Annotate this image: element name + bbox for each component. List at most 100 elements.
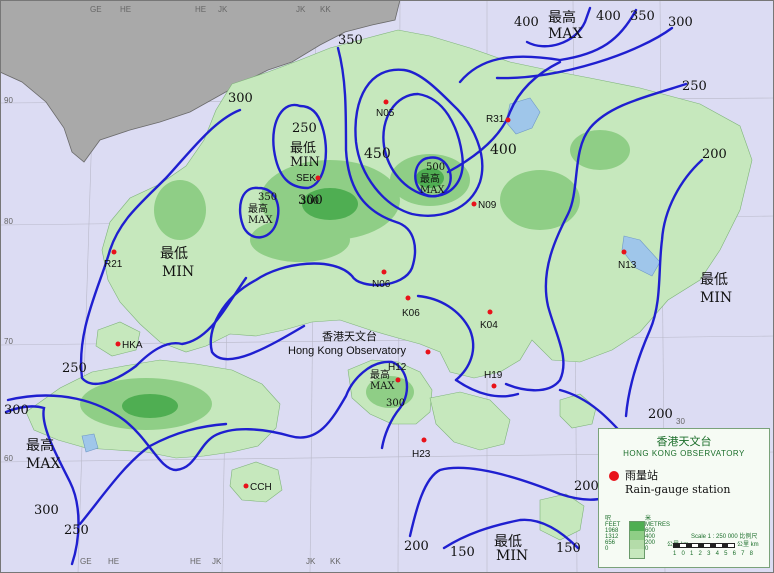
isohyet-label: 350: [258, 192, 277, 203]
grid-label-left-60: 60: [4, 454, 13, 463]
isohyet-label: 250: [292, 121, 317, 136]
grid-label-top-2: HE: [120, 5, 131, 14]
station-label: H23: [412, 449, 431, 460]
legend-feet-value: 0: [605, 546, 609, 552]
max-label-en: MAX: [420, 185, 445, 196]
station-label: N05: [376, 108, 395, 119]
observatory-label-zh: 香港天文台: [322, 329, 377, 343]
isohyet-label: 300: [300, 196, 319, 207]
isohyet-label: 200: [574, 479, 599, 494]
station-label: K04: [480, 320, 498, 331]
grid-label-bottom-4: JK: [212, 557, 222, 566]
min-label-zh: 最低: [290, 141, 316, 156]
min-label-en: MIN: [496, 548, 528, 564]
grid-label-right-30: 30: [676, 417, 685, 426]
scale-bar: [673, 543, 735, 548]
isohyet-label: 300: [668, 15, 693, 30]
max-label-zh: 最高: [548, 9, 576, 26]
max-label-zh: 最高: [26, 437, 54, 454]
max-label-zh: 最高: [420, 172, 440, 185]
max-label-zh: 最高: [248, 202, 268, 215]
grid-label-bottom-2: HE: [108, 557, 119, 566]
min-label-en: MIN: [700, 290, 732, 306]
legend-metres-unit: 米 METRES: [645, 516, 671, 528]
min-label-en: MIN: [162, 264, 194, 280]
isohyet-label: 300: [228, 91, 253, 106]
isohyet-label: 300: [4, 403, 29, 418]
grid-label-left-70: 70: [4, 337, 13, 346]
legend-raingauge: 雨量站 Rain-gauge station: [609, 469, 730, 497]
legend-title-en: HONG KONG OBSERVATORY: [623, 449, 745, 458]
station-label: N13: [618, 260, 637, 271]
isohyet-label: 200: [404, 539, 429, 554]
grid-label-top-5: JK: [296, 5, 306, 14]
min-label-zh: 最低: [160, 246, 188, 262]
station-label: K06: [402, 308, 420, 319]
station-label: HKA: [122, 340, 143, 351]
scale-ticks: 1 0 1 2 3 4 5 6 7 8: [673, 551, 753, 557]
legend-header: 香港天文台 HONG KONG OBSERVATORY: [599, 433, 769, 458]
station-label: R31: [486, 114, 505, 125]
isohyet-label: 400: [596, 9, 621, 24]
grid-label-top-1: GE: [90, 5, 102, 14]
scale-tick: 0: [681, 551, 685, 557]
station-label: N06: [372, 279, 391, 290]
isohyet-label: 300: [386, 398, 405, 409]
max-label-en: MAX: [548, 26, 582, 42]
isohyet-label: 350: [338, 33, 363, 48]
grid-label-left-80: 80: [4, 217, 13, 226]
station-label: N09: [478, 200, 497, 211]
isohyet-label: 400: [514, 15, 539, 30]
station-label: R21: [104, 259, 123, 270]
grid-label-bottom-1: GE: [80, 557, 92, 566]
station-label: H12: [388, 362, 407, 373]
min-label-zh: 最低: [700, 272, 728, 288]
station-label: CCH: [250, 482, 272, 493]
isohyet-label: 450: [364, 146, 391, 162]
isohyet-label: 150: [450, 545, 475, 560]
isohyet-label: 400: [490, 142, 517, 158]
isohyet-label: 200: [648, 407, 673, 422]
elevation-color-ramp: [629, 521, 645, 559]
isohyet-label: 200: [702, 147, 727, 162]
scale-tick: 4: [715, 551, 719, 557]
scale-tick: 8: [749, 551, 753, 557]
grid-label-bottom-3: HE: [190, 557, 201, 566]
grid-label-top-3: HE: [195, 5, 206, 14]
isohyet-label: 300: [34, 503, 59, 518]
grid-label-top-6: KK: [320, 5, 331, 14]
legend-feet-unit: 呎 FEET: [605, 516, 621, 528]
grid-label-left-90: 90: [4, 96, 13, 105]
scale-tick: 1: [690, 551, 694, 557]
scale-tick: 2: [698, 551, 702, 557]
scale-tick: 3: [707, 551, 711, 557]
scale-tick: 1: [673, 551, 677, 557]
station-label: SEK: [296, 173, 316, 184]
min-label-en: MIN: [290, 155, 320, 170]
grid-label-bottom-6: KK: [330, 557, 341, 566]
max-label-en: MAX: [26, 456, 60, 472]
legend-raingauge-en: Rain-gauge station: [625, 483, 731, 496]
scale-tick: 6: [732, 551, 736, 557]
isohyet-label: 250: [62, 361, 87, 376]
isohyet-label: 250: [682, 79, 707, 94]
legend-scale-unit-right: 公里 km: [737, 542, 759, 548]
legend-title-zh: 香港天文台: [656, 436, 712, 448]
max-label-zh: 最高: [370, 368, 390, 381]
legend-scale-value: Scale 1 : 250 000: [691, 534, 738, 540]
legend-feet-column: 呎 FEET 1968 1312 656 0: [605, 513, 627, 552]
grid-label-bottom-5: JK: [306, 557, 316, 566]
isohyet-label: 250: [64, 523, 89, 538]
observatory-marker: [425, 349, 431, 355]
scale-tick: 5: [724, 551, 728, 557]
max-label-en: MAX: [370, 381, 395, 392]
grid-label-top-4: JK: [218, 5, 228, 14]
legend-raingauge-zh: 雨量站: [625, 469, 658, 482]
scale-tick: 7: [741, 551, 745, 557]
isohyet-label: 500: [426, 162, 445, 173]
observatory-label-en: Hong Kong Observatory: [288, 345, 407, 357]
raingauge-dot-icon: [609, 471, 619, 481]
max-label-en: MAX: [248, 215, 273, 226]
station-label: H19: [484, 370, 503, 381]
legend-scale: 呎 FEET 1968 1312 656 0 米 METRES 600 400 …: [605, 513, 763, 563]
